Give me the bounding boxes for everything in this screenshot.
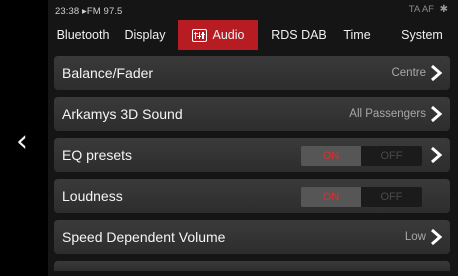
toggle-off[interactable]: OFF: [361, 187, 422, 207]
toggle-on[interactable]: ON: [301, 187, 361, 207]
chevron-right-icon: [429, 64, 443, 82]
tab-rds-dab[interactable]: RDS DAB: [264, 20, 334, 50]
setting-next-partial[interactable]: [54, 261, 450, 271]
tab-bluetooth[interactable]: Bluetooth: [48, 20, 118, 50]
chevron-right-icon: [429, 105, 443, 123]
ta-indicator: TA: [408, 4, 420, 15]
setting-label: Arkamys 3D Sound: [62, 106, 183, 122]
back-button[interactable]: ‹: [8, 124, 36, 160]
equalizer-icon: [191, 28, 207, 42]
bluetooth-icon: ✱: [439, 4, 448, 15]
tab-audio[interactable]: Audio: [178, 20, 258, 50]
af-indicator: AF: [421, 4, 434, 15]
setting-label: Balance/Fader: [62, 65, 154, 81]
loudness-toggle[interactable]: ON OFF: [301, 187, 422, 207]
chevron-right-icon: [429, 228, 443, 246]
setting-label: EQ presets: [62, 147, 133, 163]
setting-value: Low: [404, 231, 426, 243]
setting-loudness: Loudness ON OFF: [54, 179, 450, 213]
toggle-off[interactable]: OFF: [361, 146, 422, 166]
head-unit-frame: ‹ 23:38 ▸FM 97.5 TA AF ✱ Bluetooth Displ…: [0, 0, 458, 276]
setting-label: Loudness: [62, 188, 123, 204]
tab-display[interactable]: Display: [118, 20, 172, 50]
settings-tabs: Bluetooth Display Audio RDS DAB Time Sys…: [48, 20, 458, 50]
setting-value: Centre: [391, 67, 426, 79]
clock: 23:38: [55, 6, 80, 17]
setting-speed-dependent-volume[interactable]: Speed Dependent Volume Low: [54, 220, 450, 254]
tab-time[interactable]: Time: [334, 20, 380, 50]
radio-source: ▸FM 97.5: [82, 6, 123, 17]
settings-screen: 23:38 ▸FM 97.5 TA AF ✱ Bluetooth Display: [48, 0, 458, 276]
tab-system[interactable]: System: [386, 20, 458, 50]
chevron-right-icon[interactable]: [429, 146, 443, 164]
eq-presets-toggle[interactable]: ON OFF: [301, 146, 422, 166]
setting-value: All Passengers: [349, 108, 426, 120]
setting-balance-fader[interactable]: Balance/Fader Centre: [54, 56, 450, 90]
setting-eq-presets[interactable]: EQ presets ON OFF: [54, 138, 450, 172]
setting-label: Speed Dependent Volume: [62, 229, 226, 245]
chevron-left-icon: ‹: [16, 124, 28, 159]
audio-settings-list: Balance/Fader Centre Arkamys 3D Sound Al…: [54, 56, 450, 271]
setting-arkamys-3d-sound[interactable]: Arkamys 3D Sound All Passengers: [54, 97, 450, 131]
status-bar: 23:38 ▸FM 97.5 TA AF ✱: [48, 0, 458, 18]
toggle-on[interactable]: ON: [301, 146, 361, 166]
